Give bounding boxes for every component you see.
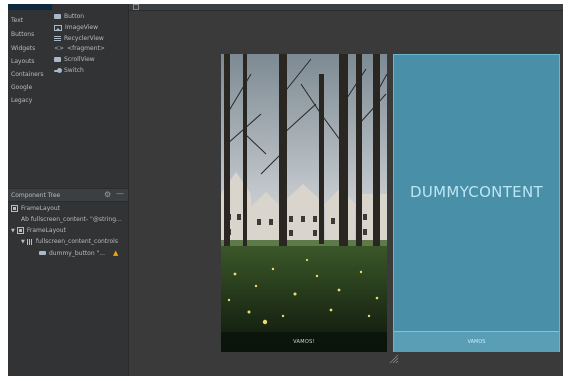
tree-node-fullscreen-content-controls[interactable]: ▼ fullscreen_content_controls [21, 238, 118, 245]
component-tree-title: Component Tree [11, 192, 61, 199]
tree-node-fullscreen-content[interactable]: Ab fullscreen_content- "@string... [21, 216, 122, 223]
palette-category-buttons[interactable]: Buttons [11, 31, 34, 38]
framelayout-icon [16, 227, 24, 234]
palette-category-selected-highlight [8, 4, 52, 10]
palette-widget-button[interactable]: Button [54, 13, 84, 20]
tree-node-label: fullscreen_content_controls [35, 238, 118, 245]
palette-category-layouts[interactable]: Layouts [11, 58, 35, 65]
background-photo [221, 54, 387, 352]
switch-icon [54, 68, 62, 73]
button-icon [39, 251, 46, 255]
widget-label: ImageView [65, 24, 99, 31]
tree-node-label: FrameLayout [21, 205, 61, 212]
widget-label: <fragment> [67, 45, 105, 52]
palette-widget-scrollview[interactable]: ScrollView [54, 56, 95, 63]
blueprint-view[interactable]: DUMMYCONTENT VAMOS [393, 54, 560, 352]
design-preview[interactable]: VAMOS! [221, 54, 387, 352]
palette-widget-imageview[interactable]: ImageView [54, 24, 98, 31]
widget-label: Button [64, 13, 85, 20]
palette: Text Buttons Widgets Layouts Containers … [8, 4, 128, 186]
gear-icon[interactable]: ⚙ [104, 191, 111, 199]
palette-category-widgets[interactable]: Widgets [11, 45, 35, 52]
palette-widget-switch[interactable]: Switch [54, 67, 84, 74]
button-icon [54, 14, 61, 19]
scrollview-icon [54, 57, 61, 62]
android-studio-layout-editor: Text Buttons Widgets Layouts Containers … [8, 4, 563, 376]
imageview-icon [54, 24, 62, 31]
tree-node-label: FrameLayout [26, 227, 66, 234]
recyclerview-icon [54, 36, 61, 41]
expand-arrow-icon[interactable]: ▼ [21, 239, 25, 245]
palette-category-text[interactable]: Text [11, 17, 23, 24]
resize-handle-icon[interactable] [389, 354, 399, 364]
tree-node-dummy-button[interactable]: dummy_button "... ▲ [39, 249, 118, 257]
widget-label: Switch [64, 67, 84, 74]
editor-toolbar [129, 4, 563, 11]
linearlayout-icon [26, 238, 33, 245]
widget-label: RecyclerView [64, 35, 104, 42]
design-canvas[interactable]: VAMOS! DUMMYCONTENT VAMOS [129, 11, 563, 376]
tree-node-framelayout[interactable]: ▼ FrameLayout [11, 227, 66, 234]
blueprint-dummy-button[interactable]: VAMOS [394, 331, 559, 352]
palette-category-google[interactable]: Google [11, 84, 32, 91]
expand-arrow-icon[interactable]: ▼ [11, 228, 15, 234]
tree-node-label: Ab fullscreen_content- "@string... [21, 216, 122, 223]
tree-node-label: dummy_button "... [49, 249, 106, 257]
left-panel: Text Buttons Widgets Layouts Containers … [8, 4, 129, 376]
palette-category-containers[interactable]: Containers [11, 71, 43, 78]
palette-widget-fragment[interactable]: <> <fragment> [54, 45, 105, 52]
component-tree-header: Component Tree ⚙ — [8, 188, 128, 202]
fragment-icon: <> [54, 44, 65, 52]
widget-label: ScrollView [64, 56, 95, 63]
toolbar-icon[interactable] [133, 4, 139, 10]
palette-widget-recyclerview[interactable]: RecyclerView [54, 35, 104, 42]
framelayout-icon [11, 205, 18, 212]
dummy-button-preview[interactable]: VAMOS! [221, 332, 387, 352]
tree-node-framelayout-root[interactable]: FrameLayout [11, 205, 60, 212]
minimize-icon[interactable]: — [116, 190, 124, 198]
blueprint-fullscreen-content[interactable]: DUMMYCONTENT [394, 183, 559, 201]
palette-category-legacy[interactable]: Legacy [11, 97, 32, 104]
warning-icon[interactable]: ▲ [113, 249, 118, 257]
